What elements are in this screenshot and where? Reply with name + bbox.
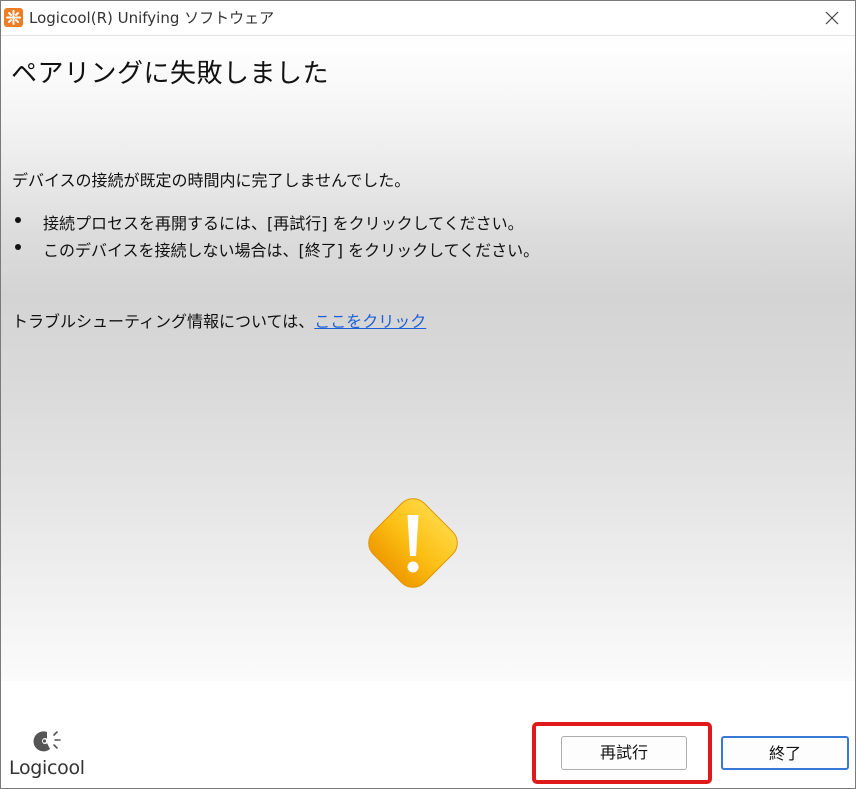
logicool-logo-icon bbox=[33, 731, 61, 752]
page-title: ペアリングに失敗しました bbox=[11, 59, 330, 89]
status-message: デバイスの接続が既定の時間内に完了しませんでした。 bbox=[12, 171, 411, 190]
footer: Logicool 再試行 終了 bbox=[1, 681, 855, 788]
logicool-unifying-icon bbox=[4, 8, 23, 27]
content-area: ペアリングに失敗しました デバイスの接続が既定の時間内に完了しませんでした。 接… bbox=[1, 36, 855, 681]
retry-button[interactable]: 再試行 bbox=[561, 736, 687, 770]
bullet-dot bbox=[15, 244, 21, 250]
warning-icon bbox=[358, 488, 468, 602]
troubleshoot-text: トラブルシューティング情報については、 bbox=[12, 312, 315, 331]
app-window: Logicool(R) Unifying ソフトウェア ペアリングに失敗しました… bbox=[0, 0, 856, 789]
logicool-logo: Logicool bbox=[7, 721, 97, 781]
window-title: Logicool(R) Unifying ソフトウェア bbox=[29, 9, 275, 27]
close-button[interactable] bbox=[809, 1, 855, 35]
close-icon bbox=[825, 11, 839, 25]
quit-button[interactable]: 終了 bbox=[721, 736, 849, 770]
instruction-retry: 接続プロセスを再開するには、[再試行] をクリックしてください。 bbox=[43, 214, 524, 233]
title-bar: Logicool(R) Unifying ソフトウェア bbox=[1, 1, 855, 36]
bullet-dot bbox=[15, 217, 21, 223]
troubleshoot-line: トラブルシューティング情報については、ここをクリック bbox=[12, 308, 426, 332]
instruction-quit: このデバイスを接続しない場合は、[終了] をクリックしてください。 bbox=[43, 241, 540, 260]
logo-text: Logicool bbox=[9, 757, 85, 779]
troubleshoot-link[interactable]: ここをクリック bbox=[314, 312, 426, 331]
